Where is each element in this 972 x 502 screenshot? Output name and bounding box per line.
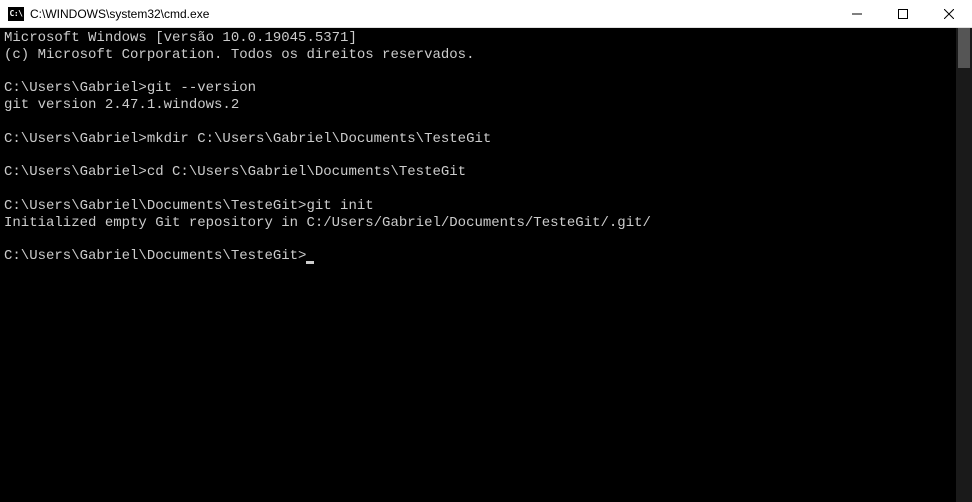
terminal-line: C:\Users\Gabriel>mkdir C:\Users\Gabriel\…	[4, 131, 952, 148]
terminal-body: Microsoft Windows [versão 10.0.19045.537…	[0, 28, 972, 502]
maximize-button[interactable]	[880, 0, 926, 27]
scrollbar[interactable]	[956, 28, 972, 502]
close-button[interactable]	[926, 0, 972, 27]
terminal-line: C:\Users\Gabriel\Documents\TesteGit>git …	[4, 198, 952, 215]
cmd-icon: C:\	[8, 7, 24, 21]
window-title: C:\WINDOWS\system32\cmd.exe	[30, 7, 834, 21]
window-controls	[834, 0, 972, 27]
terminal-line	[4, 148, 952, 165]
minimize-button[interactable]	[834, 0, 880, 27]
terminal-line: (c) Microsoft Corporation. Todos os dire…	[4, 47, 952, 64]
terminal-line: Microsoft Windows [versão 10.0.19045.537…	[4, 30, 952, 47]
terminal-line	[4, 232, 952, 249]
terminal-line	[4, 181, 952, 198]
terminal-line: C:\Users\Gabriel>git --version	[4, 80, 952, 97]
terminal-line: Initialized empty Git repository in C:/U…	[4, 215, 952, 232]
scrollbar-thumb[interactable]	[958, 28, 970, 68]
terminal-prompt: C:\Users\Gabriel\Documents\TesteGit>	[4, 248, 306, 264]
terminal-line	[4, 114, 952, 131]
terminal-active-line[interactable]: C:\Users\Gabriel\Documents\TesteGit>	[4, 248, 952, 265]
terminal-line: git version 2.47.1.windows.2	[4, 97, 952, 114]
cmd-window: C:\ C:\WINDOWS\system32\cmd.exe Microsof…	[0, 0, 972, 502]
titlebar[interactable]: C:\ C:\WINDOWS\system32\cmd.exe	[0, 0, 972, 28]
cursor	[306, 261, 314, 264]
terminal-line: C:\Users\Gabriel>cd C:\Users\Gabriel\Doc…	[4, 164, 952, 181]
terminal-content[interactable]: Microsoft Windows [versão 10.0.19045.537…	[0, 28, 956, 502]
terminal-line	[4, 64, 952, 81]
